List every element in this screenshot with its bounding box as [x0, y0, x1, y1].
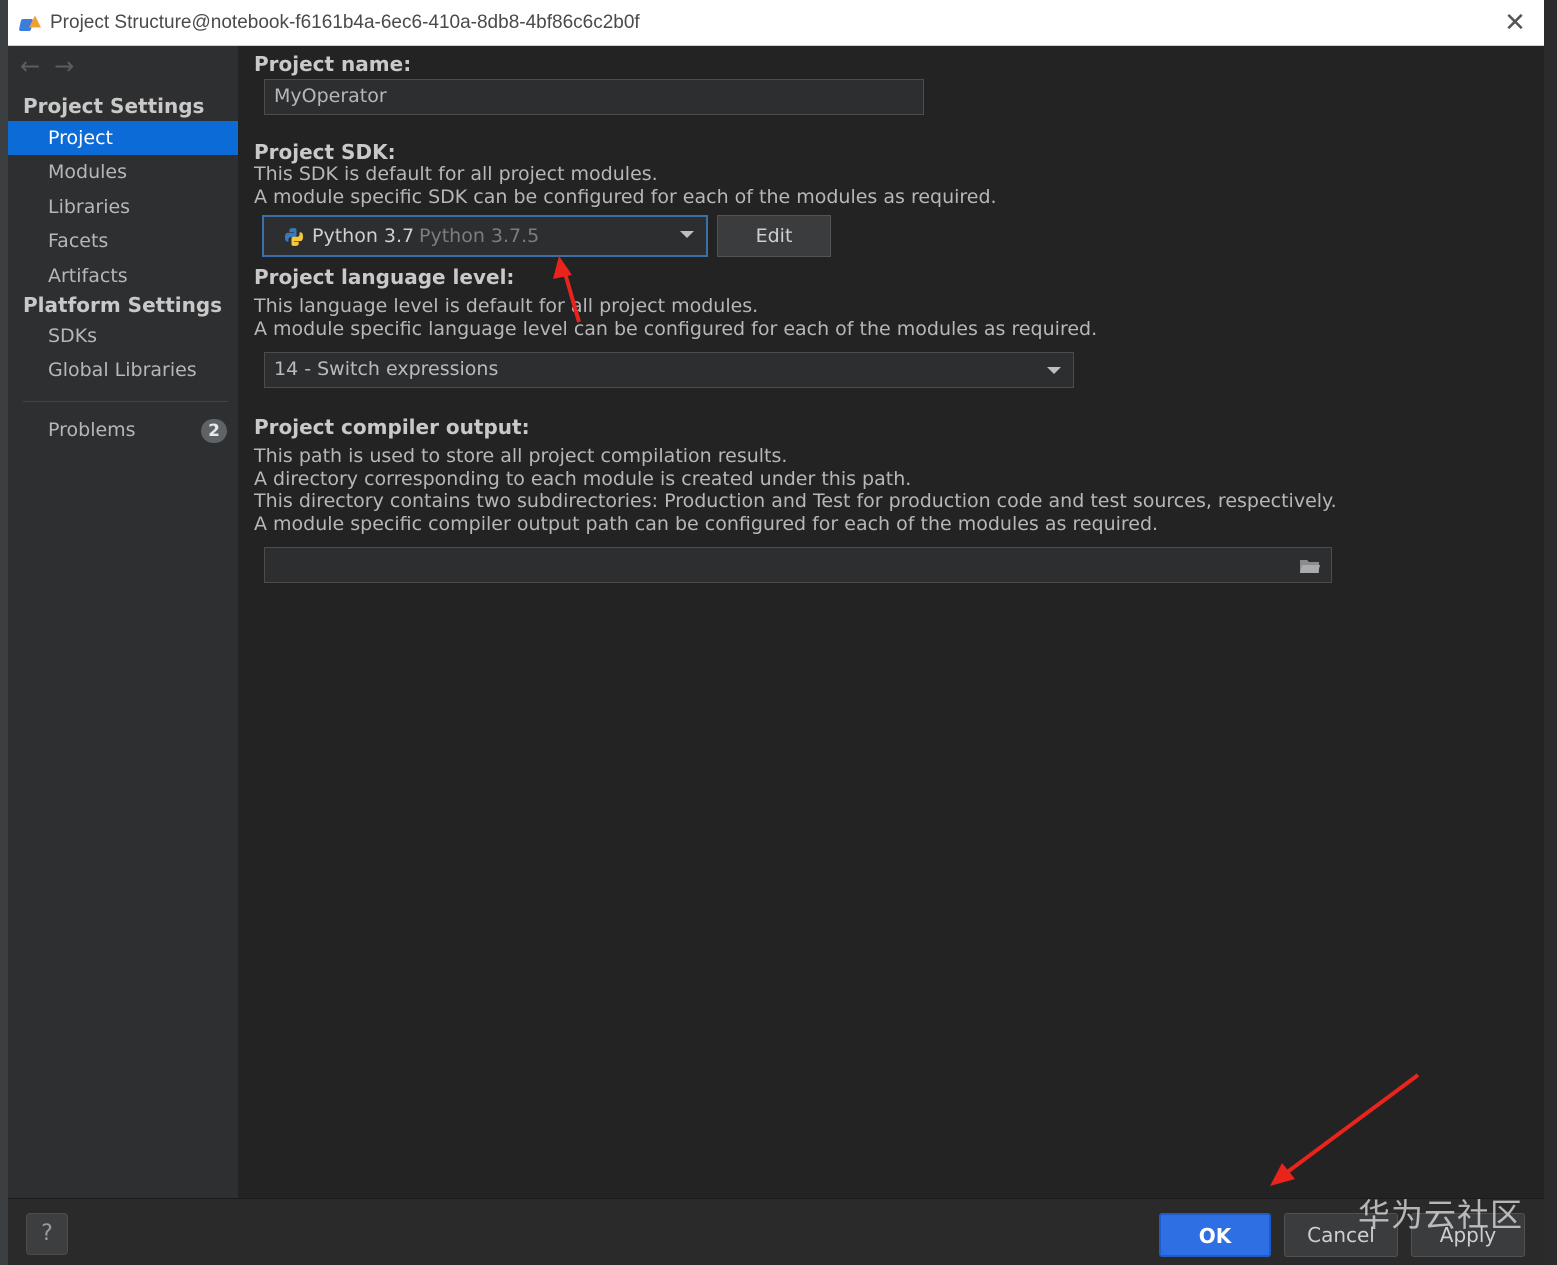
sidebar-item-facets[interactable]: Facets — [8, 224, 238, 258]
sidebar: ← → Project Settings Project Modules Lib… — [8, 46, 238, 1198]
chevron-down-icon — [1047, 367, 1061, 374]
help-button[interactable]: ? — [26, 1213, 68, 1255]
compiler-output-desc-3: This directory contains two subdirectori… — [254, 490, 1337, 512]
python-icon — [285, 228, 303, 246]
project-sdk-dropdown[interactable]: Python 3.7 Python 3.7.5 — [262, 215, 708, 257]
sidebar-item-modules[interactable]: Modules — [8, 155, 238, 189]
compiler-output-desc-1: This path is used to store all project c… — [254, 445, 788, 467]
compiler-output-desc-2: A directory corresponding to each module… — [254, 468, 912, 490]
platform-settings-heading: Platform Settings — [23, 293, 223, 317]
sidebar-divider — [23, 401, 228, 402]
chevron-down-icon — [680, 231, 694, 238]
sdk-selected-name: Python 3.7 — [312, 225, 415, 247]
forward-arrow-icon[interactable]: → — [54, 52, 74, 80]
problems-count-badge: 2 — [201, 419, 227, 443]
project-settings-panel: Project name: MyOperator Project SDK: Th… — [238, 46, 1544, 1198]
close-icon[interactable]: ✕ — [1500, 8, 1530, 38]
language-level-desc-1: This language level is default for all p… — [254, 295, 759, 317]
project-name-label: Project name: — [254, 52, 412, 76]
language-level-desc-2: A module specific language level can be … — [254, 318, 1098, 340]
background-editor-right — [1543, 0, 1557, 1265]
title-bar: Project Structure@notebook-f6161b4a-6ec6… — [8, 0, 1544, 46]
project-settings-heading: Project Settings — [23, 94, 205, 118]
language-level-dropdown[interactable]: 14 - Switch expressions — [264, 352, 1074, 388]
watermark: 华为云社区 — [1358, 1196, 1524, 1234]
nav-arrows: ← → — [20, 52, 74, 80]
edit-sdk-button[interactable]: Edit — [717, 215, 831, 257]
back-arrow-icon[interactable]: ← — [20, 52, 40, 80]
sidebar-item-global-libraries[interactable]: Global Libraries — [8, 353, 238, 387]
language-level-label: Project language level: — [254, 265, 515, 289]
project-structure-dialog: Project Structure@notebook-f6161b4a-6ec6… — [8, 0, 1544, 1265]
sidebar-item-libraries[interactable]: Libraries — [8, 190, 238, 224]
sdk-selected-version: Python 3.7.5 — [419, 225, 540, 247]
compiler-output-desc-4: A module specific compiler output path c… — [254, 513, 1159, 535]
project-sdk-label: Project SDK: — [254, 140, 396, 164]
sidebar-item-artifacts[interactable]: Artifacts — [8, 259, 238, 293]
project-sdk-desc-2: A module specific SDK can be configured … — [254, 186, 997, 208]
folder-icon[interactable] — [1299, 558, 1321, 574]
window-title: Project Structure@notebook-f6161b4a-6ec6… — [50, 11, 640, 33]
sidebar-item-sdks[interactable]: SDKs — [8, 319, 238, 353]
ok-button[interactable]: OK — [1159, 1213, 1271, 1257]
project-name-input[interactable]: MyOperator — [264, 79, 924, 115]
compiler-output-path-input[interactable] — [264, 547, 1332, 583]
background-editor-strip — [0, 0, 8, 1265]
sidebar-item-project[interactable]: Project — [8, 121, 238, 155]
problems-label: Problems — [48, 419, 136, 441]
compiler-output-label: Project compiler output: — [254, 415, 530, 439]
language-level-value: 14 - Switch expressions — [274, 358, 499, 380]
project-sdk-desc-1: This SDK is default for all project modu… — [254, 163, 658, 185]
sidebar-item-problems[interactable]: Problems 2 — [8, 413, 238, 447]
dialog-footer: ? OK Cancel Apply — [8, 1198, 1544, 1265]
app-icon — [18, 13, 44, 33]
